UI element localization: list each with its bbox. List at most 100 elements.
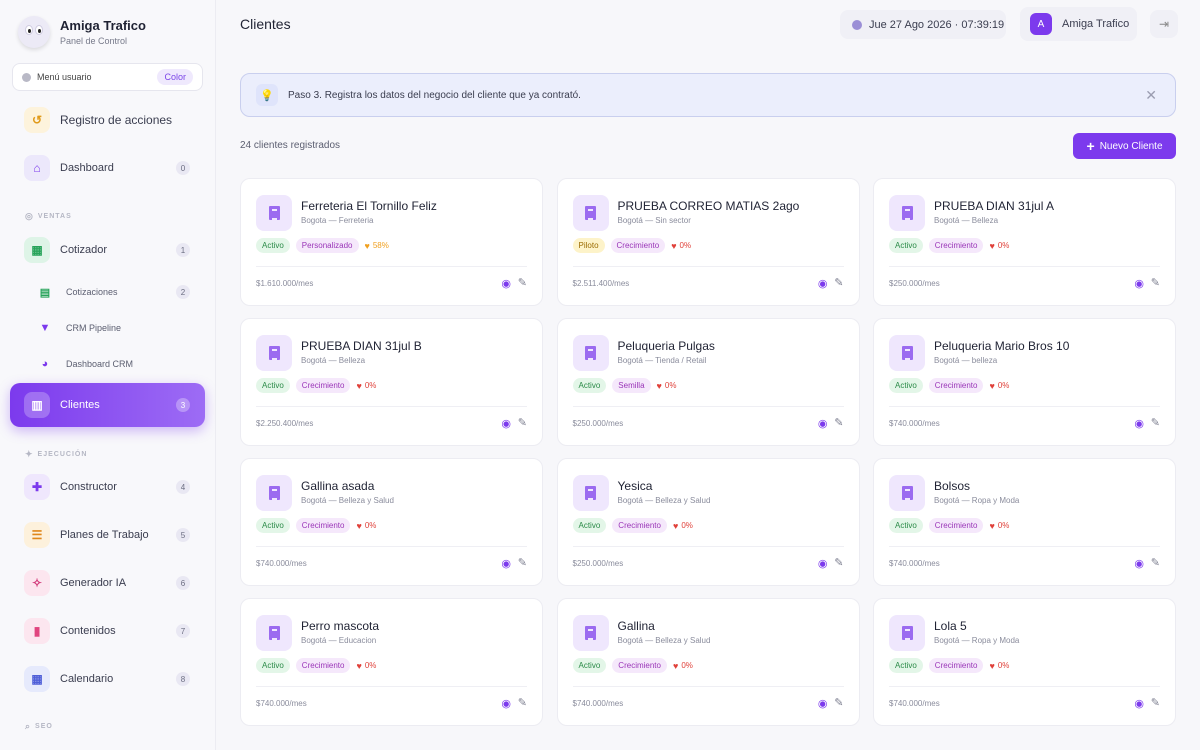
heart-icon: ♥ <box>672 660 679 671</box>
view-icon[interactable]: ◉ <box>818 697 828 710</box>
sidebar-item-dashboard[interactable]: ⌂ Dashboard 0 <box>10 146 205 190</box>
view-icon[interactable]: ◉ <box>501 417 511 430</box>
edit-icon[interactable]: ✎ <box>834 416 843 429</box>
client-card[interactable]: Yesica Bogotá — Belleza y Salud Activo C… <box>556 458 860 586</box>
edit-icon[interactable]: ✎ <box>518 696 527 709</box>
sidebar-item-generador[interactable]: ✧ Generador IA 6 <box>10 561 205 605</box>
funnel-icon: ▼ <box>39 322 51 334</box>
client-card[interactable]: Peluqueria Mario Bros 10 Bogotá — bellez… <box>873 318 1176 446</box>
divider <box>256 406 527 407</box>
client-location-sector: Bogotá — Belleza y Salud <box>301 496 394 505</box>
heart-icon: ♥ <box>356 380 362 391</box>
edit-icon[interactable]: ✎ <box>1151 416 1160 429</box>
edit-icon[interactable]: ✎ <box>518 416 527 429</box>
edit-icon[interactable]: ✎ <box>834 696 843 709</box>
sidebar-item-label: Dashboard CRM <box>66 359 134 369</box>
sidebar-item-count: 2 <box>176 285 190 299</box>
view-icon[interactable]: ◉ <box>501 557 511 570</box>
user-profile-button[interactable]: A Amiga Trafico <box>1020 7 1137 41</box>
edit-icon[interactable]: ✎ <box>1151 696 1160 709</box>
close-icon[interactable]: ✕ <box>1145 87 1157 104</box>
health-indicator: ♥ 0% <box>673 661 693 671</box>
divider <box>572 686 844 687</box>
edit-icon[interactable]: ✎ <box>834 556 843 569</box>
edit-icon[interactable]: ✎ <box>834 276 843 289</box>
edit-icon[interactable]: ✎ <box>518 556 527 569</box>
sidebar-item-constructor[interactable]: ✚ Constructor 4 <box>10 465 205 509</box>
history-icon: ↺ <box>24 107 50 133</box>
new-client-button[interactable]: + Nuevo Cliente <box>1073 133 1176 159</box>
sidebar-item-label: Calendario <box>60 673 114 685</box>
health-percent: 0% <box>997 381 1010 390</box>
color-badge[interactable]: Color <box>157 69 193 85</box>
client-location-sector: Bogotá — belleza <box>934 356 998 365</box>
sidebar-item-label: Contenidos <box>60 625 116 637</box>
sidebar-item-label: Constructor <box>60 481 117 493</box>
plan-badge: Crecimiento <box>295 518 351 533</box>
magic-wand-icon: ✧ <box>24 570 50 596</box>
home-icon: ⌂ <box>24 155 50 181</box>
heart-icon: ♥ <box>356 660 362 671</box>
building-icon <box>889 335 925 371</box>
client-card[interactable]: PRUEBA CORREO MATIAS 2ago Bogotá — Sin s… <box>556 178 860 306</box>
health-indicator: ♥ 0% <box>356 521 376 531</box>
user-menu-toggle[interactable]: Menú usuario Color <box>12 63 203 91</box>
health-indicator: ♥ 0% <box>356 381 376 391</box>
client-card[interactable]: Gallina Bogotá — Belleza y Salud Activo … <box>556 598 860 726</box>
monthly-price: $740.000/mes <box>256 559 307 568</box>
view-icon[interactable]: ◉ <box>501 277 511 290</box>
info-text: Paso 3. Registra los datos del negocio d… <box>288 89 581 101</box>
sidebar-item-dashboard-crm[interactable]: ◕ Dashboard CRM <box>10 342 205 386</box>
edit-icon[interactable]: ✎ <box>1151 556 1160 569</box>
plan-badge: Crecimiento <box>612 518 667 533</box>
view-icon[interactable]: ◉ <box>1134 417 1144 430</box>
client-card[interactable]: Gallina asada Bogotá — Belleza y Salud A… <box>240 458 543 586</box>
client-card[interactable]: Ferreteria El Tornillo Feliz Bogota — Fe… <box>240 178 543 306</box>
client-name: PRUEBA DIAN 31jul B <box>301 339 422 353</box>
sidebar-item-contenidos[interactable]: ▮ Contenidos 7 <box>10 609 205 653</box>
client-card[interactable]: PRUEBA DIAN 31jul A Bogotá — Belleza Act… <box>873 178 1176 306</box>
sidebar-item-clientes[interactable]: ▥ Clientes 3 <box>10 383 205 427</box>
sidebar-item-calendario[interactable]: ▦ Calendario 8 <box>10 657 205 701</box>
client-name: Peluqueria Mario Bros 10 <box>934 339 1070 353</box>
view-icon[interactable]: ◉ <box>818 557 828 570</box>
section-ventas: ◎ VENTAS <box>25 211 72 221</box>
building-icon: ▥ <box>24 392 50 418</box>
view-icon[interactable]: ◉ <box>818 277 828 290</box>
view-icon[interactable]: ◉ <box>818 417 828 430</box>
client-card[interactable]: PRUEBA DIAN 31jul B Bogotá — Belleza Act… <box>240 318 543 446</box>
lightbulb-icon: 💡 <box>256 84 278 106</box>
divider <box>256 686 527 687</box>
new-client-label: Nuevo Cliente <box>1099 140 1163 152</box>
view-icon[interactable]: ◉ <box>1134 697 1144 710</box>
client-name: Lola 5 <box>934 619 967 633</box>
client-card[interactable]: Perro mascota Bogotá — Educacion Activo … <box>240 598 543 726</box>
status-badge: Activo <box>256 658 290 673</box>
client-card[interactable]: Peluqueria Pulgas Bogotá — Tienda / Reta… <box>556 318 860 446</box>
building-icon <box>256 195 292 231</box>
topbar: Clientes Jue 27 Ago 2026 · 07:39:19 A Am… <box>216 0 1200 48</box>
view-icon[interactable]: ◉ <box>501 697 511 710</box>
plus-icon: + <box>1086 138 1095 154</box>
heart-icon: ♥ <box>656 380 662 391</box>
status-badge: Activo <box>889 658 923 673</box>
sidebar-item-label: Generador IA <box>60 577 127 589</box>
client-location-sector: Bogotá — Educacion <box>301 636 377 645</box>
sidebar-item-registro[interactable]: ↺ Registro de acciones <box>10 98 205 142</box>
plan-badge: Personalizado <box>295 238 359 253</box>
health-indicator: ♥ 0% <box>356 661 376 671</box>
sidebar-item-planes[interactable]: ☰ Planes de Trabajo 5 <box>10 513 205 557</box>
health-indicator: ♥ 0% <box>989 381 1009 391</box>
client-card[interactable]: Lola 5 Bogotá — Ropa y Moda Activo Creci… <box>873 598 1176 726</box>
client-name: Ferreteria El Tornillo Feliz <box>301 199 437 213</box>
plan-badge: Crecimiento <box>610 238 666 253</box>
sidebar-item-cotizador[interactable]: ▦ Cotizador 1 <box>10 228 205 272</box>
edit-icon[interactable]: ✎ <box>518 276 527 289</box>
client-card[interactable]: Bolsos Bogotá — Ropa y Moda Activo Creci… <box>873 458 1176 586</box>
logout-button[interactable]: ⇥ <box>1150 10 1178 38</box>
sidebar-item-label: Cotizador <box>60 244 108 256</box>
view-icon[interactable]: ◉ <box>1134 557 1144 570</box>
client-location-sector: Bogotá — Belleza <box>301 356 366 365</box>
edit-icon[interactable]: ✎ <box>1151 276 1160 289</box>
view-icon[interactable]: ◉ <box>1134 277 1144 290</box>
